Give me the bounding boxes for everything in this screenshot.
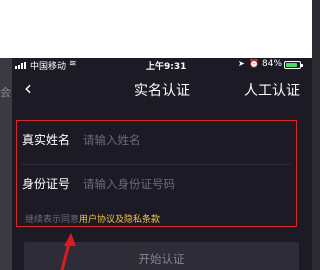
- agreement-prefix: 继续表示同意: [25, 215, 80, 225]
- identity-form: 真实姓名 身份证号 继续表示同意用户协议及隐私条款: [16, 120, 297, 227]
- name-label: 真实姓名: [22, 133, 71, 147]
- wifi-icon: ≋: [69, 59, 77, 69]
- id-number-input[interactable]: [83, 173, 283, 195]
- status-bar: 中国移动 ≋ 上午9:31 ➤ ⏰ 84%: [12, 58, 312, 72]
- battery-fill: [286, 63, 297, 67]
- battery-icon: [284, 61, 303, 69]
- carrier-name: 中国移动: [30, 62, 67, 72]
- phone-screen: 中国移动 ≋ 上午9:31 ➤ ⏰ 84% ‹ 实名认证 人工认证 真实姓名 身…: [12, 58, 312, 270]
- battery-percent: 84%: [262, 59, 283, 69]
- nav-bar: ‹ 实名认证 人工认证: [12, 74, 312, 104]
- start-verify-button[interactable]: 开始认证: [24, 242, 299, 270]
- background-partial-text: 会: [0, 86, 11, 99]
- location-icon: ➤: [238, 59, 245, 68]
- id-number-label: 身份证号: [22, 177, 71, 191]
- agreement-text: 继续表示同意用户协议及隐私条款: [25, 212, 160, 225]
- status-time: 上午9:31: [146, 62, 187, 72]
- top-backdrop: [0, 0, 312, 58]
- name-input[interactable]: [83, 129, 283, 151]
- manual-verify-button[interactable]: 人工认证: [244, 80, 300, 100]
- name-row: 真实姓名: [17, 121, 295, 165]
- id-number-row: 身份证号: [17, 165, 295, 209]
- alarm-icon: ⏰: [249, 59, 259, 68]
- agreement-link[interactable]: 用户协议及隐私条款: [79, 215, 160, 225]
